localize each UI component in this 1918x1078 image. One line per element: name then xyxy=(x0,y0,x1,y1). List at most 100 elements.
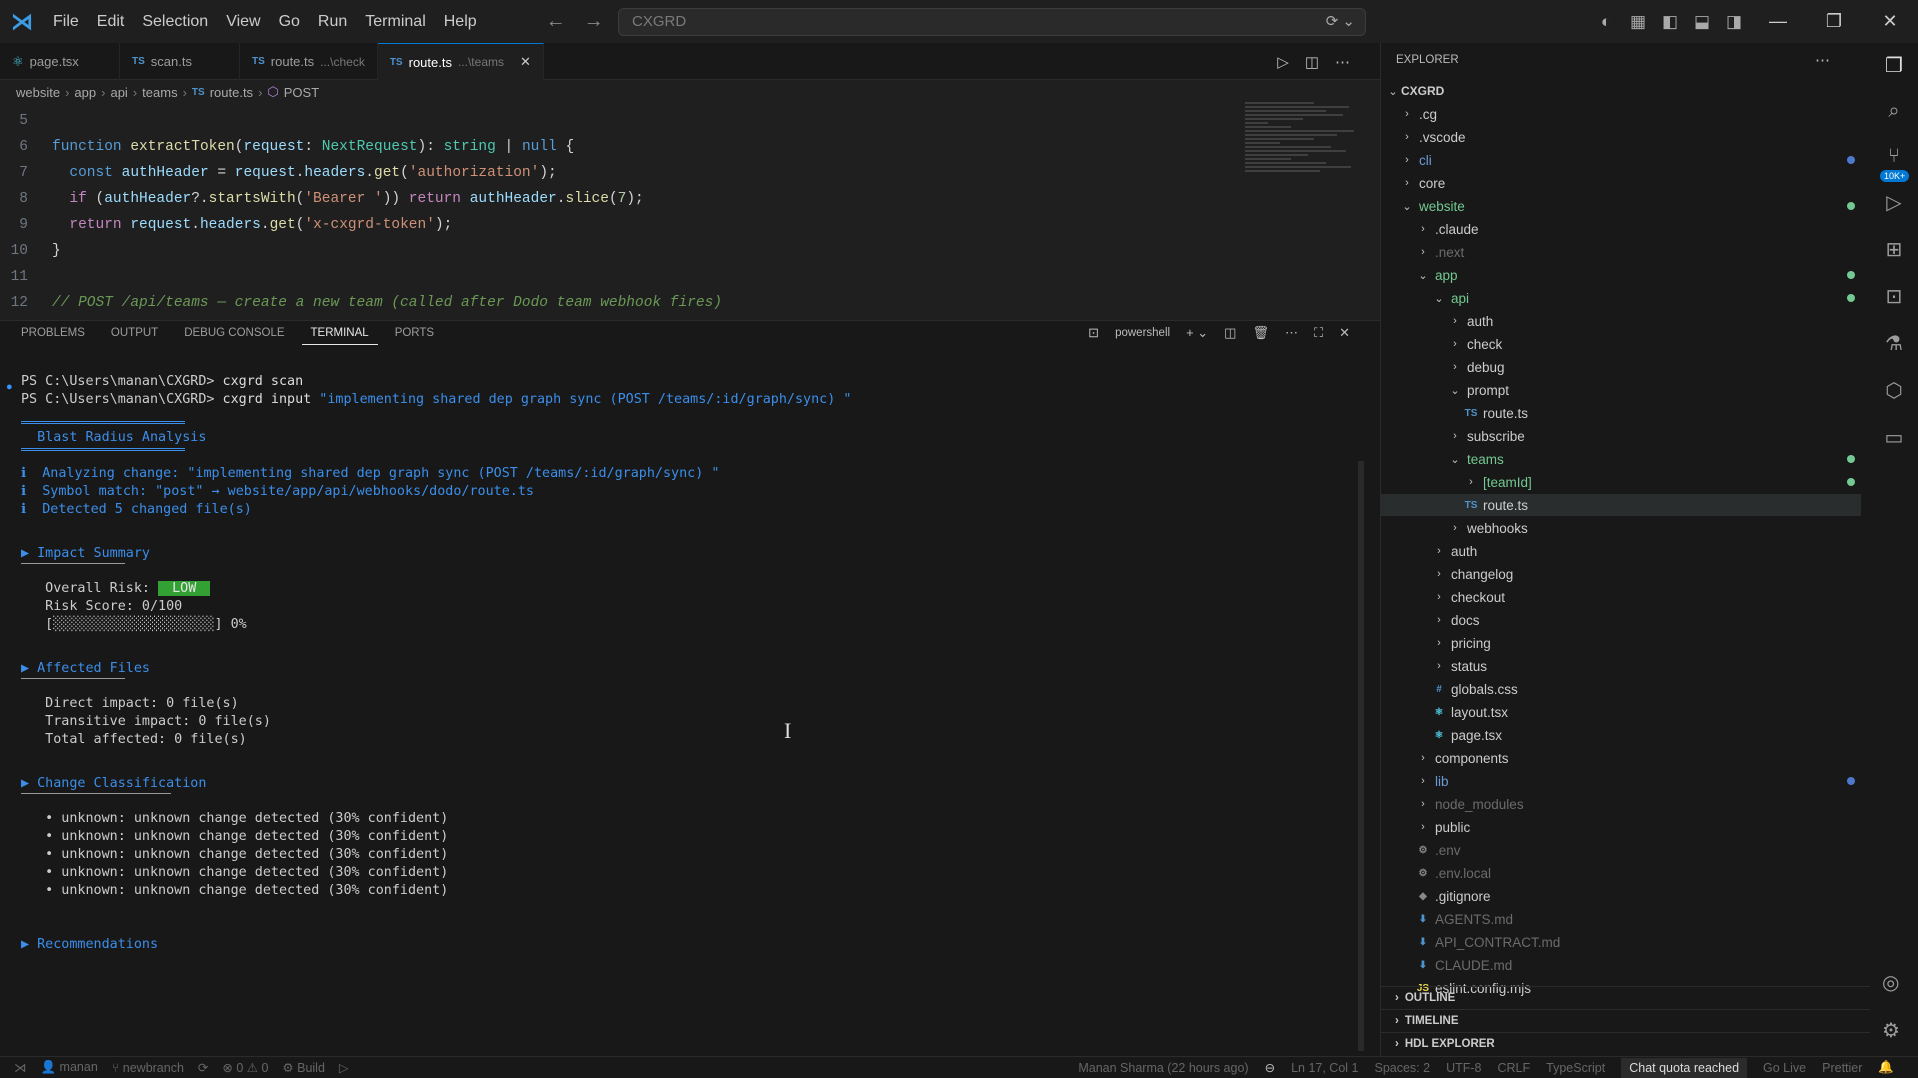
workspace-root[interactable]: ⌄ CXGRD xyxy=(1381,80,1861,102)
breadcrumb-item[interactable]: website xyxy=(16,85,60,100)
source-control-icon[interactable]: ⑂ xyxy=(1888,145,1900,168)
notifications-icon[interactable]: 🔔 xyxy=(1878,1060,1894,1075)
branch-status[interactable]: ⑂ newbranch xyxy=(112,1061,184,1075)
folder-item[interactable]: › components xyxy=(1381,747,1861,769)
menu-item-go[interactable]: Go xyxy=(270,0,309,43)
outline-section[interactable]: › OUTLINE xyxy=(1380,986,1870,1009)
remote-explorer-icon[interactable]: ⊡ xyxy=(1886,284,1903,309)
tab-output[interactable]: OUTPUT xyxy=(102,322,167,344)
folder-item[interactable]: › [teamId] xyxy=(1381,471,1861,493)
menu-item-terminal[interactable]: Terminal xyxy=(356,0,434,43)
folder-item[interactable]: › core xyxy=(1381,172,1861,194)
command-center[interactable]: CXGRD ⟳ ⌄ xyxy=(618,8,1366,36)
copilot-icon[interactable]: ⟳ ⌄ xyxy=(1326,9,1355,35)
encoding[interactable]: UTF-8 xyxy=(1446,1061,1481,1075)
testing-icon[interactable]: ⚗ xyxy=(1885,331,1903,356)
accounts-icon[interactable]: ◐ xyxy=(1590,12,1622,32)
more-icon[interactable]: ⋯ xyxy=(1285,325,1298,341)
code-line[interactable]: 12 // POST /api/teams — create a new team… xyxy=(0,290,1240,316)
file-item[interactable]: TS route.ts xyxy=(1381,402,1861,424)
tab-ports[interactable]: PORTS xyxy=(386,322,443,344)
explorer-more-icon[interactable]: ⋯ xyxy=(1815,51,1830,69)
breadcrumb-item[interactable]: api xyxy=(110,85,127,100)
code-line[interactable]: 7 const authHeader = request.headers.get… xyxy=(0,160,1240,186)
kill-terminal-icon[interactable]: 🗑 xyxy=(1252,325,1269,341)
folder-item[interactable]: › changelog xyxy=(1381,563,1861,585)
terminal-scrollbar[interactable] xyxy=(1358,461,1364,1051)
layout-customize-icon[interactable]: ▦ xyxy=(1622,12,1654,32)
code-line[interactable]: 9 return request.headers.get('x-cxgrd-to… xyxy=(0,212,1240,238)
zoom-icon[interactable]: ⊖ xyxy=(1265,1060,1275,1075)
tab-route-check[interactable]: TS route.ts ...\check xyxy=(240,43,378,80)
file-item[interactable]: ◆ .gitignore xyxy=(1381,885,1861,907)
folder-item[interactable]: › node_modules xyxy=(1381,793,1861,815)
prettier-status[interactable]: Prettier xyxy=(1822,1061,1862,1075)
code-line[interactable]: 11 xyxy=(0,264,1240,290)
file-item[interactable]: ⬇ API_CONTRACT.md xyxy=(1381,931,1861,953)
explorer-icon[interactable]: ❐ xyxy=(1885,53,1903,78)
terminal-output[interactable]: PS C:\Users\manan\CXGRD> cxgrd scan PS C:… xyxy=(21,355,1351,990)
language-mode[interactable]: TypeScript xyxy=(1546,1061,1605,1075)
folder-item[interactable]: › pricing xyxy=(1381,632,1861,654)
folder-item[interactable]: › public xyxy=(1381,816,1861,838)
cursor-position[interactable]: Ln 17, Col 1 xyxy=(1291,1061,1358,1075)
toggle-panel-icon[interactable]: ⬓ xyxy=(1686,12,1718,32)
folder-item[interactable]: › cli xyxy=(1381,149,1861,171)
folder-item[interactable]: › webhooks xyxy=(1381,517,1861,539)
split-terminal-icon[interactable]: ◫ xyxy=(1224,325,1236,341)
folder-item[interactable]: › debug xyxy=(1381,356,1861,378)
code-line[interactable]: 8 if (authHeader?.startsWith('Bearer '))… xyxy=(0,186,1240,212)
close-window-icon[interactable]: ✕ xyxy=(1862,11,1918,32)
code-line[interactable]: 10} xyxy=(0,238,1240,264)
settings-gear-icon[interactable]: ⚙ xyxy=(1882,1018,1900,1043)
restore-icon[interactable]: ❐ xyxy=(1806,11,1862,32)
minimize-icon[interactable]: — xyxy=(1750,11,1806,32)
folder-item[interactable]: ⌄ website xyxy=(1381,195,1861,217)
code-line[interactable]: 5 xyxy=(0,108,1240,134)
file-item[interactable]: ⚙ .env.local xyxy=(1381,862,1861,884)
file-item[interactable]: ⚛ page.tsx xyxy=(1381,724,1861,746)
code-editor[interactable]: 5 6 function extractToken(request: NextReq… xyxy=(0,108,1240,318)
breadcrumb-item[interactable]: POST xyxy=(284,85,319,100)
run-icon[interactable]: ▷ xyxy=(1277,53,1289,71)
folder-item[interactable]: › .claude xyxy=(1381,218,1861,240)
tab-problems[interactable]: PROBLEMS xyxy=(12,322,94,344)
folder-item[interactable]: › auth xyxy=(1381,310,1861,332)
folder-item[interactable]: › subscribe xyxy=(1381,425,1861,447)
menu-item-run[interactable]: Run xyxy=(309,0,356,43)
tab-page-tsx[interactable]: ⚛ page.tsx xyxy=(0,43,120,80)
extensions-icon[interactable]: ⊞ xyxy=(1886,237,1903,262)
folder-item[interactable]: › lib xyxy=(1381,770,1861,792)
menu-item-help[interactable]: Help xyxy=(435,0,486,43)
folder-item[interactable]: ⌄ prompt xyxy=(1381,379,1861,401)
run-debug-icon[interactable]: ▷ xyxy=(1886,190,1901,215)
run-status-icon[interactable]: ▷ xyxy=(339,1060,349,1075)
breadcrumb-item[interactable]: route.ts xyxy=(210,85,253,100)
indentation[interactable]: Spaces: 2 xyxy=(1374,1061,1430,1075)
timeline-section[interactable]: › TIMELINE xyxy=(1380,1009,1870,1032)
folder-item[interactable]: ⌄ api xyxy=(1381,287,1861,309)
file-item[interactable]: ⬇ AGENTS.md xyxy=(1381,908,1861,930)
breadcrumb-item[interactable]: app xyxy=(74,85,96,100)
file-item[interactable]: ⚙ .env xyxy=(1381,839,1861,861)
line-ending[interactable]: CRLF xyxy=(1498,1061,1531,1075)
build-status[interactable]: ⚙ Build xyxy=(282,1060,324,1075)
folder-item[interactable]: › docs xyxy=(1381,609,1861,631)
sync-icon[interactable]: ⟳ xyxy=(198,1060,208,1075)
search-icon[interactable]: ⌕ xyxy=(1888,100,1899,123)
close-panel-icon[interactable]: ✕ xyxy=(1339,325,1350,341)
hdl-explorer-section[interactable]: › HDL EXPLORER xyxy=(1380,1032,1870,1055)
split-editor-icon[interactable]: ◫ xyxy=(1305,53,1319,71)
maximize-panel-icon[interactable]: ⛶ xyxy=(1314,325,1323,341)
tab-route-teams[interactable]: TS route.ts ...\teams ✕ xyxy=(377,43,544,80)
problems-status[interactable]: ⊗ 0 ⚠ 0 xyxy=(222,1060,268,1075)
file-item[interactable]: ⚛ layout.tsx xyxy=(1381,701,1861,723)
menu-item-selection[interactable]: Selection xyxy=(133,0,217,43)
folder-item[interactable]: ⌄ app xyxy=(1381,264,1861,286)
toggle-sidebar-icon[interactable]: ◧ xyxy=(1654,12,1686,32)
go-live[interactable]: Go Live xyxy=(1763,1061,1806,1075)
tab-scan-ts[interactable]: TS scan.ts xyxy=(120,43,240,80)
menu-item-view[interactable]: View xyxy=(217,0,269,43)
file-item[interactable]: ⬇ CLAUDE.md xyxy=(1381,954,1861,976)
forward-arrow-icon[interactable]: → xyxy=(584,10,604,33)
